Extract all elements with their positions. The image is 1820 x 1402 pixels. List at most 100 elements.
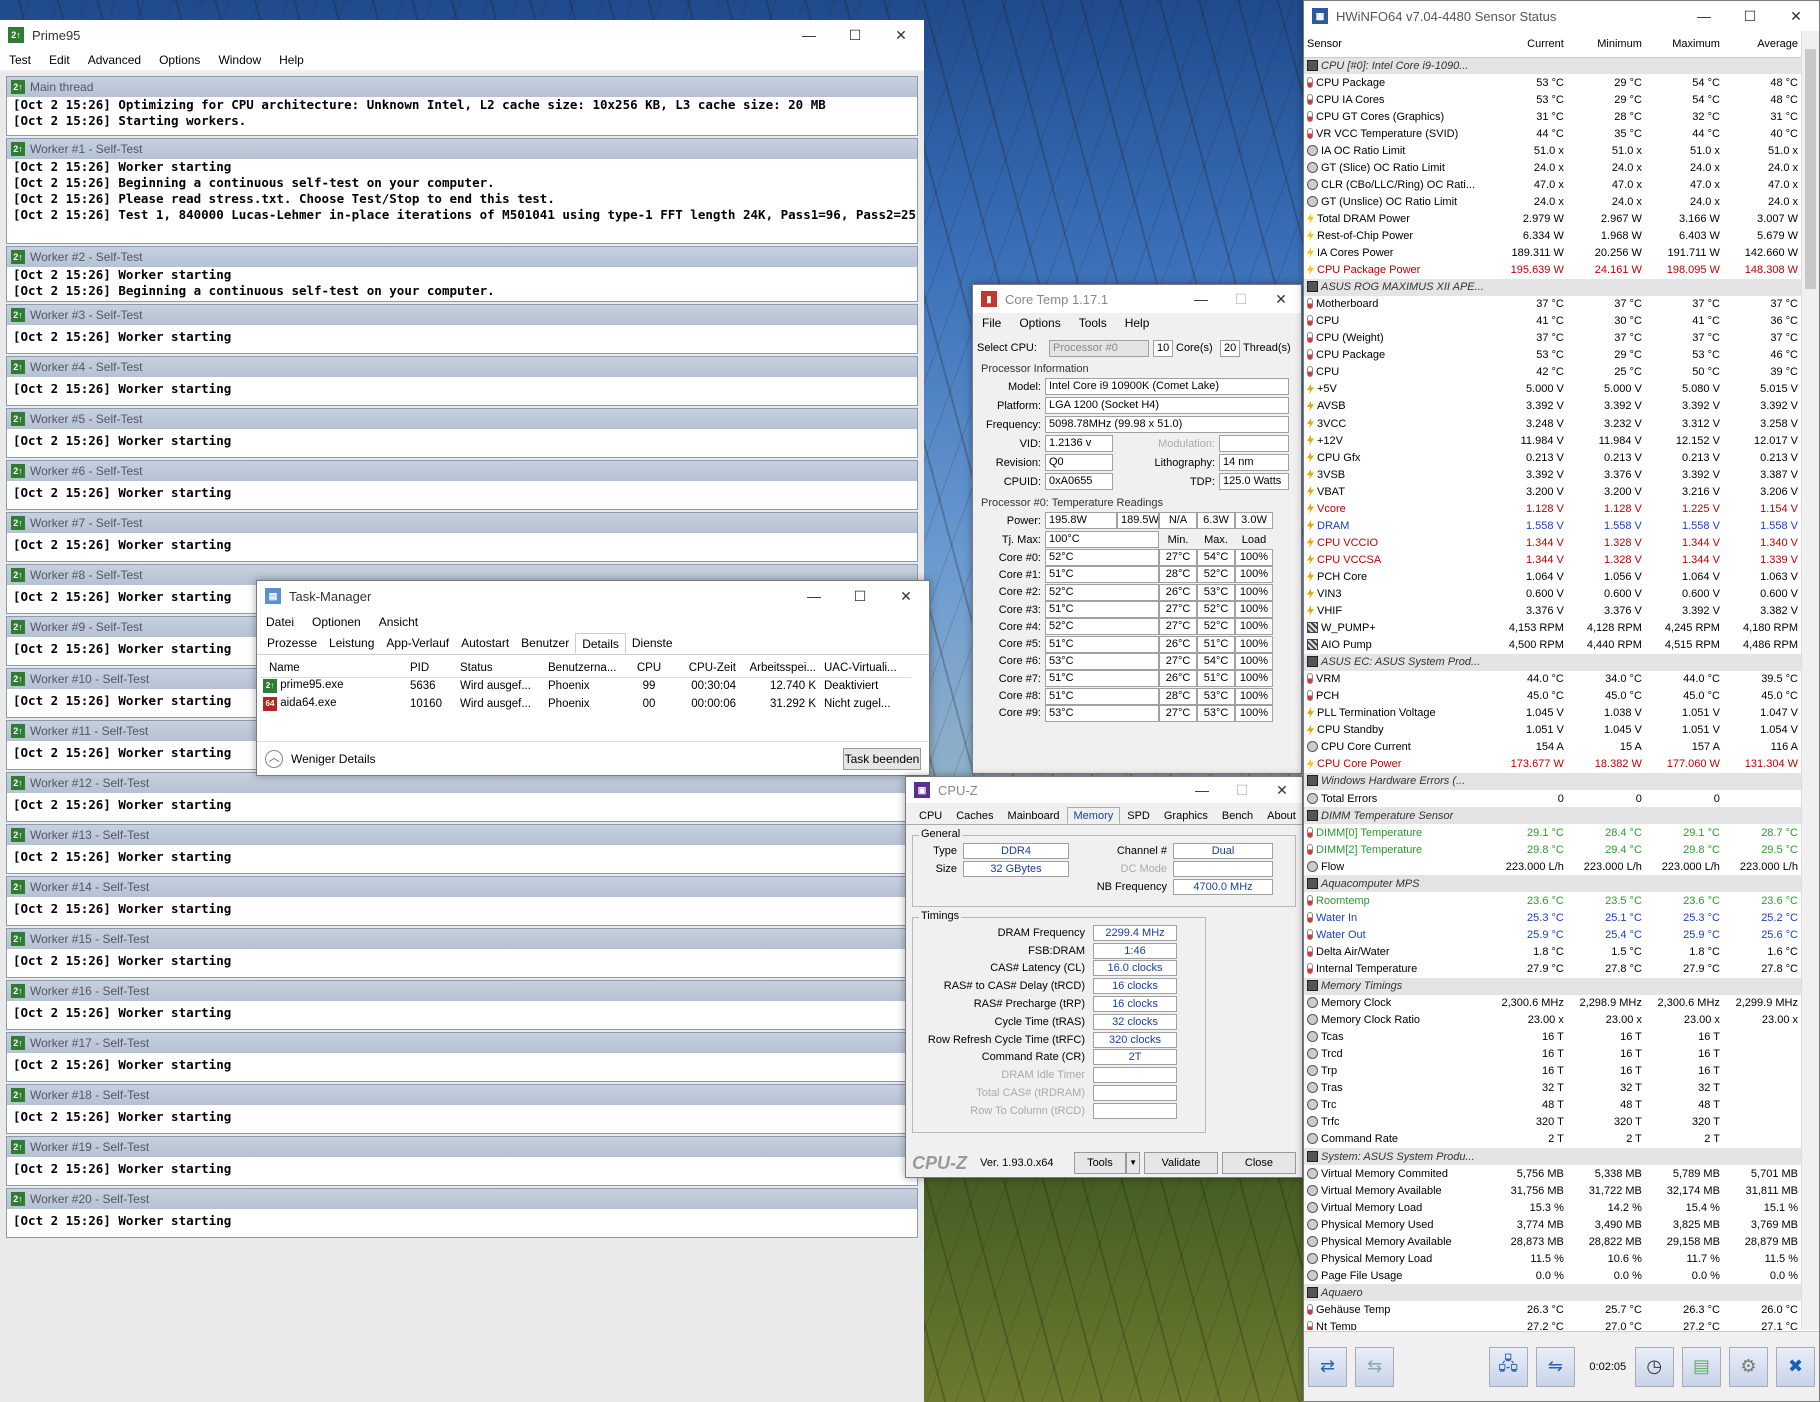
menu-help[interactable]: Help — [1116, 316, 1159, 330]
worker-window[interactable]: 2↑ Worker #17 - Self-Test [Oct 2 15:26] Wo… — [6, 1032, 918, 1082]
maximize-icon[interactable]: ☐ — [1222, 782, 1262, 799]
sensor-row[interactable]: CPU IA Cores 53 °C 29 °C 54 °C 48 °C — [1304, 91, 1801, 108]
sensor-row[interactable]: AIO Pump 4,500 RPM 4,440 RPM 4,515 RPM 4,486… — [1304, 637, 1801, 654]
sensor-row[interactable]: Tcas 16 T 16 T 16 T — [1304, 1029, 1801, 1046]
worker-window[interactable]: 2↑ Worker #5 - Self-Test [Oct 2 15:26] Wor… — [6, 408, 918, 458]
mdi-titlebar[interactable]: 2↑ Worker #12 - Self-Test — [7, 773, 917, 793]
sensor-row[interactable]: +12V 11.984 V 11.984 V 12.152 V 12.017 V — [1304, 432, 1801, 449]
mdi-titlebar[interactable]: 2↑ Worker #7 - Self-Test — [7, 513, 917, 533]
close-icon[interactable]: ✕ — [1262, 782, 1302, 799]
sensor-row[interactable]: Vcore 1.128 V 1.128 V 1.225 V 1.154 V — [1304, 500, 1801, 517]
tab-memory[interactable]: Memory — [1066, 807, 1121, 824]
sensor-row[interactable]: CPU Gfx 0.213 V 0.213 V 0.213 V 0.213 V — [1304, 449, 1801, 466]
sensor-group-header[interactable]: Memory Timings — [1304, 977, 1801, 995]
processor-select[interactable]: Processor #0 — [1049, 339, 1149, 357]
end-task-button[interactable]: Task beenden — [843, 747, 921, 770]
mdi-titlebar[interactable]: 2↑ Worker #13 - Self-Test — [7, 825, 917, 845]
worker-window[interactable]: 2↑ Worker #13 - Self-Test [Oct 2 15:26] Wo… — [6, 824, 918, 874]
tab-app-verlauf[interactable]: App-Verlauf — [380, 633, 455, 654]
menu-tools[interactable]: Tools — [1070, 316, 1116, 330]
scrollbar-thumb[interactable] — [1805, 49, 1816, 289]
fewer-details-link[interactable]: Weniger Details — [291, 752, 843, 766]
column-header[interactable]: Name — [261, 659, 406, 677]
worker-window[interactable]: 2↑ Worker #6 - Self-Test [Oct 2 15:26] Wor… — [6, 460, 918, 510]
minimize-icon[interactable]: — — [1181, 291, 1221, 307]
sensor-row[interactable]: Nt Temp 27.2 °C 27.0 °C 27.2 °C 27.1 °C — [1304, 1318, 1801, 1330]
sensor-row[interactable]: VIN3 0.600 V 0.600 V 0.600 V 0.600 V — [1304, 585, 1801, 602]
sensor-group-header[interactable]: System: ASUS System Produ... — [1304, 1148, 1801, 1166]
sensor-row[interactable]: CPU Core Current 154 A 15 A 157 A 116 A — [1304, 739, 1801, 756]
mdi-titlebar[interactable]: 2↑ Main thread — [7, 77, 917, 97]
sensor-row[interactable]: CPU Core Power 173.677 W 18.382 W 177.060 W… — [1304, 756, 1801, 773]
mdi-titlebar[interactable]: 2↑ Worker #18 - Self-Test — [7, 1085, 917, 1105]
column-header[interactable]: UAC-Virtuali... — [820, 659, 911, 677]
tab-caches[interactable]: Caches — [949, 807, 1000, 824]
worker-window[interactable]: 2↑ Worker #2 - Self-Test [Oct 2 15:26] Wo… — [6, 246, 918, 302]
sensor-row[interactable]: Rest-of-Chip Power 6.334 W 1.968 W 6.403 W 5… — [1304, 227, 1801, 244]
menu-datei[interactable]: Datei — [257, 615, 303, 629]
mdi-titlebar[interactable]: 2↑ Worker #15 - Self-Test — [7, 929, 917, 949]
vertical-scrollbar[interactable] — [1801, 31, 1819, 1330]
sensor-row[interactable]: Internal Temperature 27.9 °C 27.8 °C 27.9 °… — [1304, 960, 1801, 977]
maximize-icon[interactable]: ☐ — [1727, 8, 1773, 25]
sensor-group-header[interactable]: DIMM Temperature Sensor — [1304, 807, 1801, 825]
network-icon[interactable]: 🖧 — [1488, 1346, 1528, 1387]
sensor-row[interactable]: 3VCC 3.248 V 3.232 V 3.312 V 3.258 V — [1304, 415, 1801, 432]
sensor-row[interactable]: DIMM[2] Temperature 29.8 °C 29.4 °C 29.8 °C… — [1304, 841, 1801, 858]
sensor-row[interactable]: VRM 44.0 °C 34.0 °C 44.0 °C 39.5 °C — [1304, 671, 1801, 688]
menu-ansicht[interactable]: Ansicht — [370, 615, 427, 629]
sensor-row[interactable]: +5V 5.000 V 5.000 V 5.080 V 5.015 V — [1304, 381, 1801, 398]
sensor-row[interactable]: CPU VCCSA 1.344 V 1.328 V 1.344 V 1.339 V — [1304, 551, 1801, 568]
minimize-icon[interactable]: — — [791, 588, 837, 604]
sensor-row[interactable]: CLR (CBo/LLC/Ring) OC Rati... 47.0 x 47.0 … — [1304, 176, 1801, 193]
tab-graphics[interactable]: Graphics — [1157, 807, 1215, 824]
sensor-row[interactable]: Physical Memory Used 3,774 MB 3,490 MB 3,82… — [1304, 1216, 1801, 1233]
mdi-titlebar[interactable]: 2↑ Worker #19 - Self-Test — [7, 1137, 917, 1157]
mdi-titlebar[interactable]: 2↑ Worker #16 - Self-Test — [7, 981, 917, 1001]
sensor-row[interactable]: Flow 223.000 L/h 223.000 L/h 223.000 L/h 223… — [1304, 858, 1801, 875]
table-row[interactable]: 64 aida64.exe 10160 Wird ausgef... Phoen… — [261, 695, 911, 713]
sensor-row[interactable]: CPU 41 °C 30 °C 41 °C 36 °C — [1304, 313, 1801, 330]
sync-icon[interactable]: ⇋ — [1535, 1346, 1575, 1387]
table-row[interactable]: 2↑ prime95.exe 5636 Wird ausgef... Phoen… — [261, 677, 911, 695]
sensor-group-header[interactable]: CPU [#0]: Intel Core i9-1090... — [1304, 57, 1801, 75]
sensor-row[interactable]: VHIF 3.376 V 3.376 V 3.392 V 3.382 V — [1304, 603, 1801, 620]
sensor-row[interactable]: CPU (Weight) 37 °C 37 °C 37 °C 37 °C — [1304, 330, 1801, 347]
sensor-row[interactable]: PCH 45.0 °C 45.0 °C 45.0 °C 45.0 °C — [1304, 688, 1801, 705]
main-thread-window[interactable]: 2↑ Main thread [Oct 2 15:26] Optimizing f… — [6, 76, 918, 136]
mdi-titlebar[interactable]: 2↑ Worker #6 - Self-Test — [7, 461, 917, 481]
chevron-up-icon[interactable]: ︿ — [265, 749, 283, 768]
sensor-row[interactable]: Delta Air/Water 1.8 °C 1.5 °C 1.8 °C 1.6 °C — [1304, 943, 1801, 960]
mdi-titlebar[interactable]: 2↑ Worker #14 - Self-Test — [7, 877, 917, 897]
column-header[interactable]: Arbeitsspei... — [740, 659, 820, 677]
coretemp-window[interactable]: ▮ Core Temp 1.17.1 — ☐ ✕ File Options To… — [972, 284, 1302, 774]
sensor-row[interactable]: CPU VCCIO 1.344 V 1.328 V 1.344 V 1.340 V — [1304, 534, 1801, 551]
worker-window[interactable]: 2↑ Worker #18 - Self-Test [Oct 2 15:26] Wo… — [6, 1084, 918, 1134]
sensor-group-header[interactable]: ASUS ROG MAXIMUS XII APE... — [1304, 278, 1801, 296]
sensor-row[interactable]: Tras 32 T 32 T 32 T — [1304, 1080, 1801, 1097]
sensor-row[interactable]: 3VSB 3.392 V 3.376 V 3.392 V 3.387 V — [1304, 466, 1801, 483]
mdi-titlebar[interactable]: 2↑ Worker #3 - Self-Test — [7, 305, 917, 325]
cpuz-window[interactable]: ▣ CPU-Z — ☐ ✕ CPU Caches Mainboard Memor… — [905, 776, 1303, 1178]
worker-window[interactable]: 2↑ Worker #4 - Self-Test [Oct 2 15:26] Wor… — [6, 356, 918, 406]
sensor-row[interactable]: PCH Core 1.064 V 1.056 V 1.064 V 1.063 V — [1304, 568, 1801, 585]
coretemp-titlebar[interactable]: ▮ Core Temp 1.17.1 — ☐ ✕ — [973, 285, 1301, 313]
tab-bench[interactable]: Bench — [1215, 807, 1260, 824]
menu-test[interactable]: Test — [0, 53, 40, 67]
minimize-icon[interactable]: — — [1182, 782, 1222, 798]
sensor-row[interactable]: Trfc 320 T 320 T 320 T — [1304, 1114, 1801, 1131]
tab-prozesse[interactable]: Prozesse — [261, 633, 323, 654]
sensor-row[interactable]: Physical Memory Load 11.5 % 10.6 % 11.7 % 11… — [1304, 1250, 1801, 1267]
worker-window[interactable]: 2↑ Worker #3 - Self-Test [Oct 2 15:26] Wor… — [6, 304, 918, 354]
tab-about[interactable]: About — [1260, 807, 1302, 824]
tab-spd[interactable]: SPD — [1120, 807, 1157, 824]
sensor-row[interactable]: Motherboard 37 °C 37 °C 37 °C 37 °C — [1304, 296, 1801, 313]
column-header[interactable]: Benutzerna... — [544, 659, 626, 677]
tools-button[interactable]: Tools — [1073, 1152, 1127, 1174]
tab-cpu[interactable]: CPU — [912, 807, 949, 824]
column-header[interactable]: PID — [406, 659, 456, 677]
worker-window[interactable]: 2↑ Worker #19 - Self-Test [Oct 2 15:26] Wo… — [6, 1136, 918, 1186]
validate-button[interactable]: Validate — [1143, 1152, 1218, 1174]
report-icon[interactable]: ▤ — [1681, 1346, 1721, 1387]
close-icon[interactable]: ✕ — [883, 588, 929, 605]
